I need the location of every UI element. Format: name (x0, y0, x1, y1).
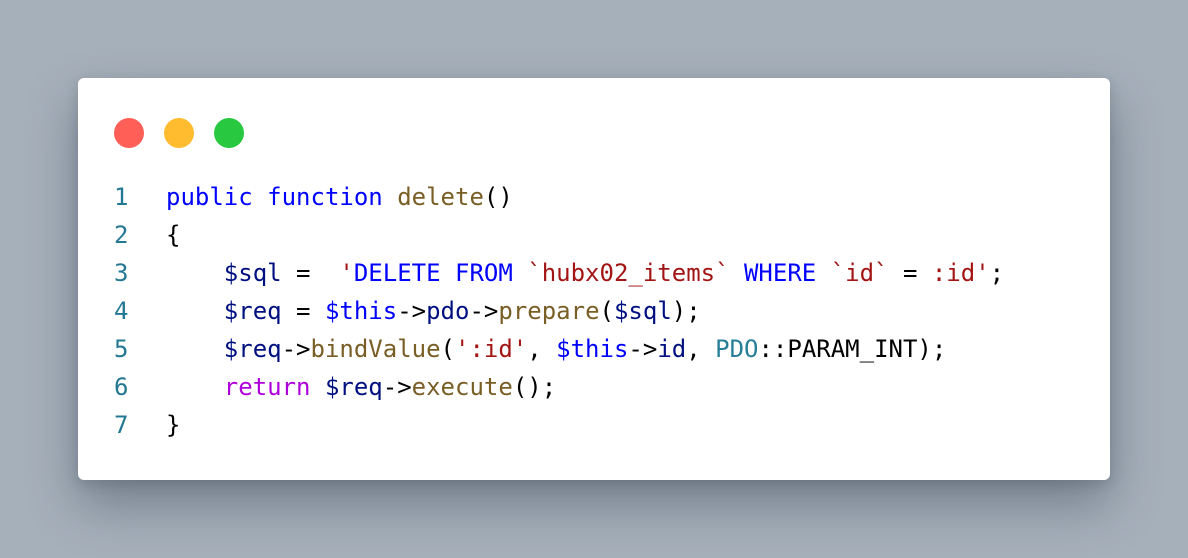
code-line: 4 $req = $this->pdo->prepare($sql); (78, 292, 1110, 330)
code-line: 7 } (78, 406, 1110, 444)
line-content: public function delete() (166, 178, 513, 216)
code-token: ( (599, 297, 614, 325)
code-token: `hubx02_items` (512, 259, 744, 287)
window-controls (114, 118, 244, 148)
code-line: 5 $req->bindValue(':id', $this->id, PDO:… (78, 330, 1110, 368)
code-token: ::PARAM_INT); (758, 335, 947, 363)
code-token: delete (397, 183, 484, 211)
code-line: 3 $sql = 'DELETE FROM `hubx02_items` WHE… (78, 254, 1110, 292)
line-number: 2 (114, 221, 129, 249)
line-content: $sql = 'DELETE FROM `hubx02_items` WHERE… (166, 254, 1004, 292)
line-number: 4 (114, 297, 129, 325)
code-token: DELETE (353, 259, 441, 287)
code-token: function (267, 183, 383, 211)
code-token: (); (512, 373, 557, 401)
code-token: ( (440, 335, 455, 363)
code-token: ':id' (455, 335, 528, 363)
close-dot-icon[interactable] (114, 118, 144, 148)
code-token: public (166, 183, 253, 211)
code-block: 1 public function delete() 2 { 3 $sql = … (78, 178, 1110, 444)
code-token: -> (382, 373, 412, 401)
line-content: } (166, 406, 180, 444)
code-token: execute (411, 373, 513, 401)
line-number: 3 (114, 259, 129, 287)
code-token: -> (281, 335, 311, 363)
code-token: $req (223, 335, 282, 363)
code-token: $sql (223, 259, 282, 287)
code-token: $this (324, 297, 398, 325)
code-token: `id` (816, 259, 903, 287)
code-token: = (281, 297, 325, 325)
code-token: ); (671, 297, 701, 325)
code-token: :id' (917, 259, 990, 287)
line-number: 7 (114, 411, 129, 439)
code-token: , (527, 335, 557, 363)
code-token: -> (469, 297, 499, 325)
code-token: id (657, 335, 687, 363)
code-token: $this (556, 335, 629, 363)
line-content: { (166, 216, 180, 254)
code-token: $req (223, 297, 282, 325)
code-token: prepare (498, 297, 600, 325)
code-token: bindValue (310, 335, 441, 363)
code-token: ' (339, 259, 354, 287)
line-number: 1 (114, 183, 129, 211)
code-token: FROM (455, 259, 513, 287)
code-window: 1 public function delete() 2 { 3 $sql = … (78, 78, 1110, 480)
code-token: = (902, 259, 918, 287)
code-token: -> (628, 335, 658, 363)
code-token: WHERE (743, 259, 817, 287)
code-line: 1 public function delete() (78, 178, 1110, 216)
line-content: $req = $this->pdo->prepare($sql); (166, 292, 701, 330)
code-token: $req (324, 373, 383, 401)
code-token: } (166, 411, 181, 439)
code-token: { (166, 221, 181, 249)
code-token: $sql (613, 297, 672, 325)
code-token: return (223, 373, 311, 401)
code-line: 6 return $req->execute(); (78, 368, 1110, 406)
code-token: pdo (426, 297, 470, 325)
code-token: -> (397, 297, 427, 325)
code-token: , (686, 335, 716, 363)
line-number: 6 (114, 373, 129, 401)
line-content: return $req->execute(); (166, 368, 556, 406)
code-token: PDO (715, 335, 759, 363)
line-number: 5 (114, 335, 129, 363)
code-token: = (281, 259, 340, 287)
code-token: ; (989, 259, 1005, 287)
code-line: 2 { (78, 216, 1110, 254)
maximize-dot-icon[interactable] (214, 118, 244, 148)
line-content: $req->bindValue(':id', $this->id, PDO::P… (166, 330, 947, 368)
minimize-dot-icon[interactable] (164, 118, 194, 148)
code-token: () (483, 183, 513, 211)
